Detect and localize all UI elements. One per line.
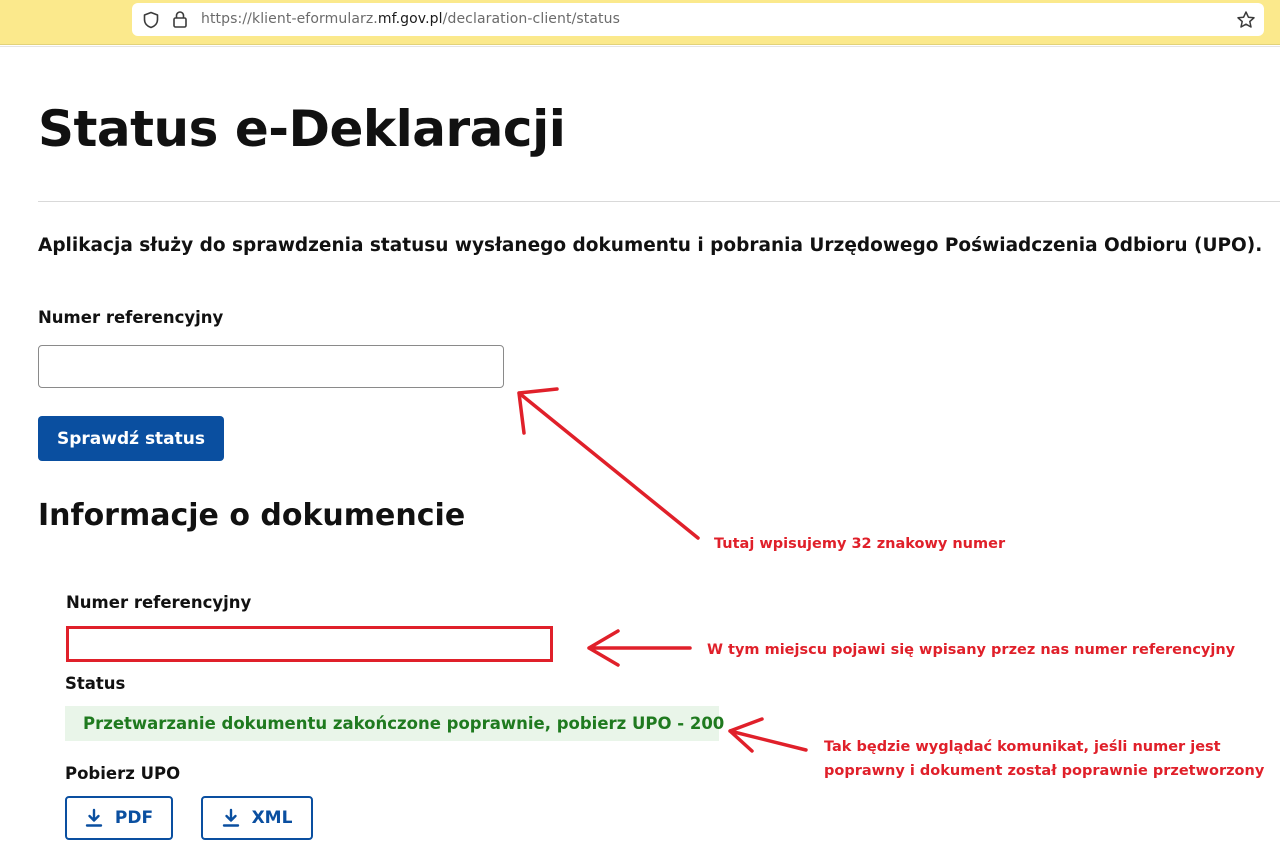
- info-reference-value: [66, 626, 553, 662]
- browser-toolbar: https://klient-eformularz.mf.gov.pl/decl…: [0, 0, 1280, 45]
- intro-text: Aplikacja służy do sprawdzenia statusu w…: [38, 235, 1263, 256]
- reference-input[interactable]: [38, 345, 504, 388]
- info-section-title: Informacje o dokumencie: [38, 498, 466, 533]
- page-title: Status e-Deklaracji: [38, 100, 566, 158]
- status-label: Status: [65, 674, 126, 693]
- lock-icon[interactable]: [172, 10, 188, 32]
- download-xml-button[interactable]: XML: [201, 796, 313, 840]
- shield-icon[interactable]: [142, 11, 160, 33]
- address-bar[interactable]: https://klient-eformularz.mf.gov.pl/decl…: [132, 3, 1264, 36]
- download-icon: [222, 808, 240, 828]
- annotation-input-note: Tutaj wpisujemy 32 znakowy numer: [714, 536, 1006, 552]
- chrome-divider: [0, 46, 1280, 47]
- info-reference-label: Numer referencyjny: [66, 593, 252, 612]
- url-domain: mf.gov.pl: [377, 11, 443, 27]
- xml-button-label: XML: [251, 808, 293, 828]
- pdf-button-label: PDF: [114, 808, 154, 828]
- annotation-status-note-line2: poprawny i dokument został poprawnie prz…: [824, 763, 1265, 779]
- download-pdf-button[interactable]: PDF: [65, 796, 173, 840]
- status-badge: Przetwarzanie dokumentu zakończone popra…: [65, 706, 724, 741]
- download-icon: [85, 808, 103, 828]
- annotation-status-note-line1: Tak będzie wyglądać komunikat, jeśli num…: [824, 739, 1221, 755]
- reference-label: Numer referencyjny: [38, 308, 224, 327]
- url-prefix: https://klient-eformularz.: [201, 11, 378, 27]
- bookmark-star-icon[interactable]: [1236, 10, 1256, 34]
- url-path: /declaration-client/status: [442, 11, 621, 27]
- check-status-button[interactable]: Sprawdź status: [38, 416, 224, 461]
- arrow-to-input: [517, 387, 700, 540]
- download-upo-label: Pobierz UPO: [65, 764, 181, 783]
- annotation-reference-note: W tym miejscu pojawi się wpisany przez n…: [707, 642, 1236, 658]
- url-text[interactable]: https://klient-eformularz.mf.gov.pl/decl…: [201, 11, 620, 27]
- title-divider: [38, 201, 1280, 202]
